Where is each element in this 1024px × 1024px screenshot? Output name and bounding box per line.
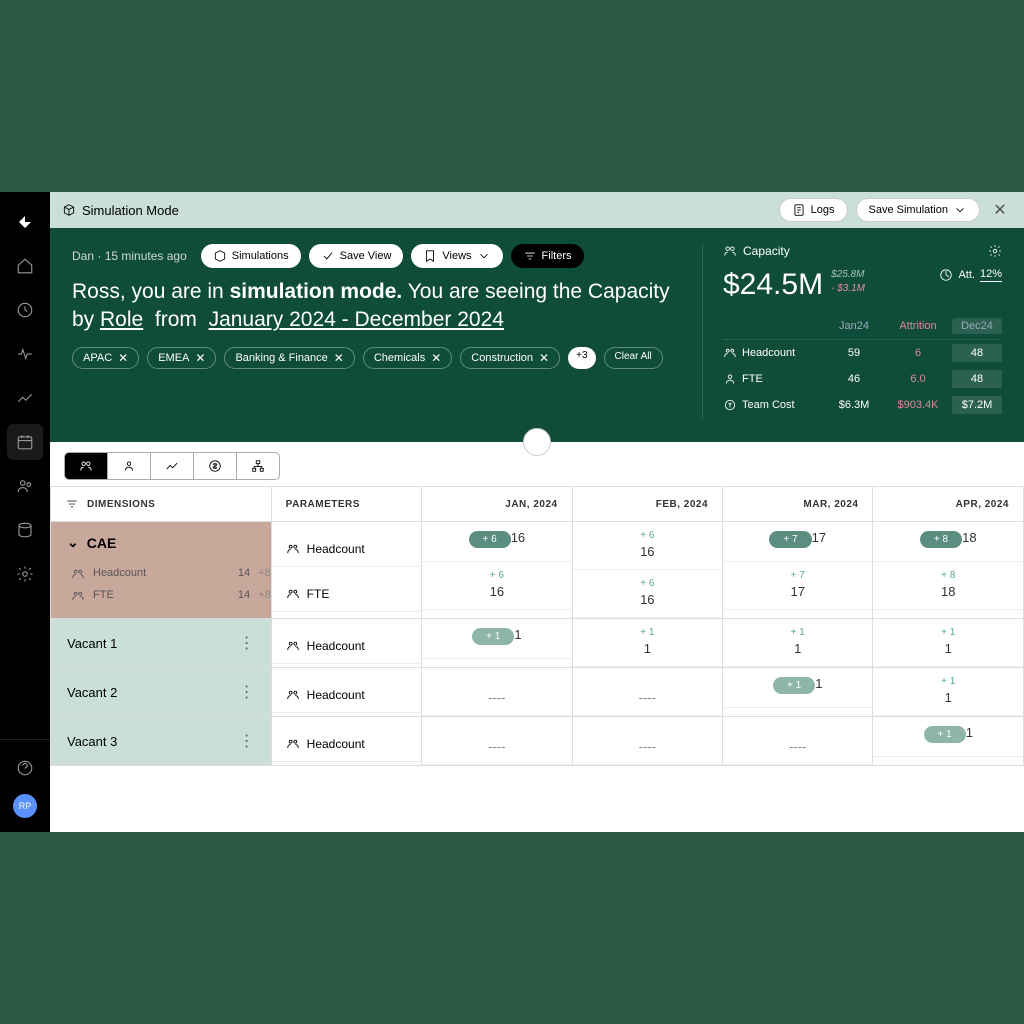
views-button[interactable]: Views: [411, 244, 502, 268]
simulations-button[interactable]: Simulations: [201, 244, 301, 268]
vacant-row[interactable]: Vacant 2⋮: [51, 668, 271, 716]
row-menu-icon[interactable]: ⋮: [239, 731, 255, 751]
close-button[interactable]: ✕: [988, 198, 1012, 222]
nav-database-icon[interactable]: [7, 512, 43, 548]
nav-clock-icon[interactable]: [7, 292, 43, 328]
mode-title: Simulation Mode: [62, 203, 771, 218]
toggle-chart-icon[interactable]: [151, 453, 194, 479]
nav-settings-icon[interactable]: [7, 556, 43, 592]
clear-all-button[interactable]: Clear All: [604, 347, 663, 369]
filters-button[interactable]: Filters: [511, 244, 584, 268]
logs-button[interactable]: Logs: [779, 198, 848, 222]
collapse-header-button[interactable]: ⇅: [523, 428, 551, 456]
filter-chip[interactable]: Chemicals✕: [363, 347, 452, 369]
logo-icon[interactable]: [7, 204, 43, 240]
more-chips[interactable]: +3: [568, 347, 595, 369]
filter-chip[interactable]: APAC✕: [72, 347, 139, 369]
headline: Ross, you are in simulation mode. You ar…: [72, 278, 678, 335]
filter-chip[interactable]: EMEA✕: [147, 347, 216, 369]
help-icon[interactable]: [7, 750, 43, 786]
toggle-people-icon[interactable]: [65, 453, 108, 479]
nav-people-icon[interactable]: [7, 468, 43, 504]
save-view-button[interactable]: Save View: [309, 244, 404, 268]
vacant-row[interactable]: Vacant 3⋮: [51, 717, 271, 765]
filter-chip[interactable]: Construction✕: [460, 347, 560, 369]
col-mar: MAR, 2024: [803, 499, 858, 510]
capacity-amount: $24.5M: [723, 268, 823, 302]
toggle-org-icon[interactable]: [237, 453, 279, 479]
vacant-row[interactable]: Vacant 1⋮: [51, 619, 271, 667]
capacity-settings-icon[interactable]: [988, 244, 1002, 258]
row-menu-icon[interactable]: ⋮: [239, 633, 255, 653]
capacity-label: Capacity: [723, 244, 1002, 258]
user-avatar[interactable]: RP: [13, 794, 37, 818]
col-parameters: PARAMETERS: [286, 499, 360, 510]
param-label: Headcount: [272, 668, 421, 713]
param-label: FTE: [272, 567, 421, 612]
param-label: Headcount: [272, 717, 421, 762]
attrition-badge: Att.12%: [939, 268, 1002, 282]
dimension-cae[interactable]: ⌄CAE: [51, 522, 271, 563]
author-meta: Dan · 15 minutes ago: [72, 249, 187, 263]
nav-chart-icon[interactable]: [7, 380, 43, 416]
save-simulation-button[interactable]: Save Simulation: [856, 198, 981, 222]
toggle-money-icon[interactable]: [194, 453, 237, 479]
col-apr: APR, 2024: [956, 499, 1009, 510]
filter-chip[interactable]: Banking & Finance✕: [224, 347, 354, 369]
param-label: Headcount: [272, 522, 421, 567]
col-dimensions: DIMENSIONS: [87, 499, 155, 510]
nav-home-icon[interactable]: [7, 248, 43, 284]
nav-calendar-icon[interactable]: [7, 424, 43, 460]
nav-pulse-icon[interactable]: [7, 336, 43, 372]
toggle-person-icon[interactable]: [108, 453, 151, 479]
view-toggle-group: [64, 452, 280, 480]
col-jan: JAN, 2024: [505, 499, 557, 510]
param-label: Headcount: [272, 619, 421, 664]
row-menu-icon[interactable]: ⋮: [239, 682, 255, 702]
col-feb: FEB, 2024: [656, 499, 708, 510]
